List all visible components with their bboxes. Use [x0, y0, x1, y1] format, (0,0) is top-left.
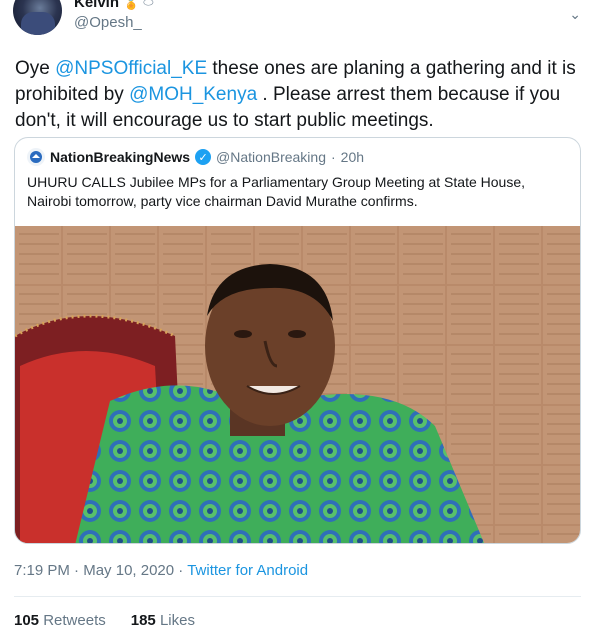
tweet-text: Oye @NPSOfficial_KE these ones are plani…	[15, 56, 580, 134]
mention-npsofficial[interactable]: @NPSOfficial_KE	[55, 58, 207, 79]
likes-stat[interactable]: 185 Likes	[131, 612, 195, 629]
tweet-stats: 105 Retweets 185 Likes	[14, 612, 195, 629]
author-name[interactable]: Kelvin	[74, 0, 119, 11]
tweet-date[interactable]: May 10, 2020	[83, 562, 174, 579]
chevron-down-icon[interactable]: ⌄	[569, 6, 581, 23]
meta-separator: ·	[178, 562, 184, 579]
quoted-time: 20h	[340, 149, 365, 165]
tweet-text-part: Oye	[15, 58, 56, 79]
likes-label: Likes	[159, 612, 195, 629]
quoted-tweet-photo[interactable]	[15, 226, 580, 543]
tweet-time[interactable]: 7:19 PM	[14, 562, 70, 579]
mention-moh-kenya[interactable]: @MOH_Kenya	[129, 84, 257, 105]
quoted-tweet-card[interactable]: NationBreakingNews ✓ @NationBreaking · 2…	[14, 137, 581, 544]
likes-count: 185	[130, 612, 156, 629]
author-avatar[interactable]	[13, 0, 62, 35]
retweets-label: Retweets	[43, 612, 106, 629]
retweets-stat[interactable]: 105 Retweets	[14, 612, 106, 629]
author-name-row[interactable]: Kelvin 🏅 ⬭	[74, 0, 153, 11]
quoted-author-handle: @NationBreaking	[216, 149, 326, 165]
verified-badge-icon: ✓	[195, 149, 212, 165]
tweet-meta: 7:19 PM · May 10, 2020 · Twitter for And…	[14, 562, 308, 579]
meta-separator: ·	[74, 562, 80, 579]
retweets-count: 105	[14, 612, 40, 629]
tweet-header: Kelvin 🏅 ⬭ @Opesh_ ⌄	[0, 0, 595, 44]
tweet-source-link[interactable]: Twitter for Android	[187, 562, 308, 579]
divider	[14, 596, 581, 597]
quoted-tweet-text: UHURU CALLS Jubilee MPs for a Parliament…	[27, 174, 525, 209]
nation-logo-icon	[30, 151, 42, 163]
quoted-separator: ·	[330, 149, 336, 165]
quoted-author-avatar	[27, 148, 45, 166]
quoted-author-name: NationBreakingNews	[50, 149, 191, 165]
author-handle[interactable]: @Opesh_	[74, 14, 142, 31]
quoted-tweet-header: NationBreakingNews ✓ @NationBreaking · 2…	[27, 148, 364, 166]
medal-icon: 🏅	[123, 0, 140, 10]
rugby-ball-icon: ⬭	[143, 0, 154, 9]
